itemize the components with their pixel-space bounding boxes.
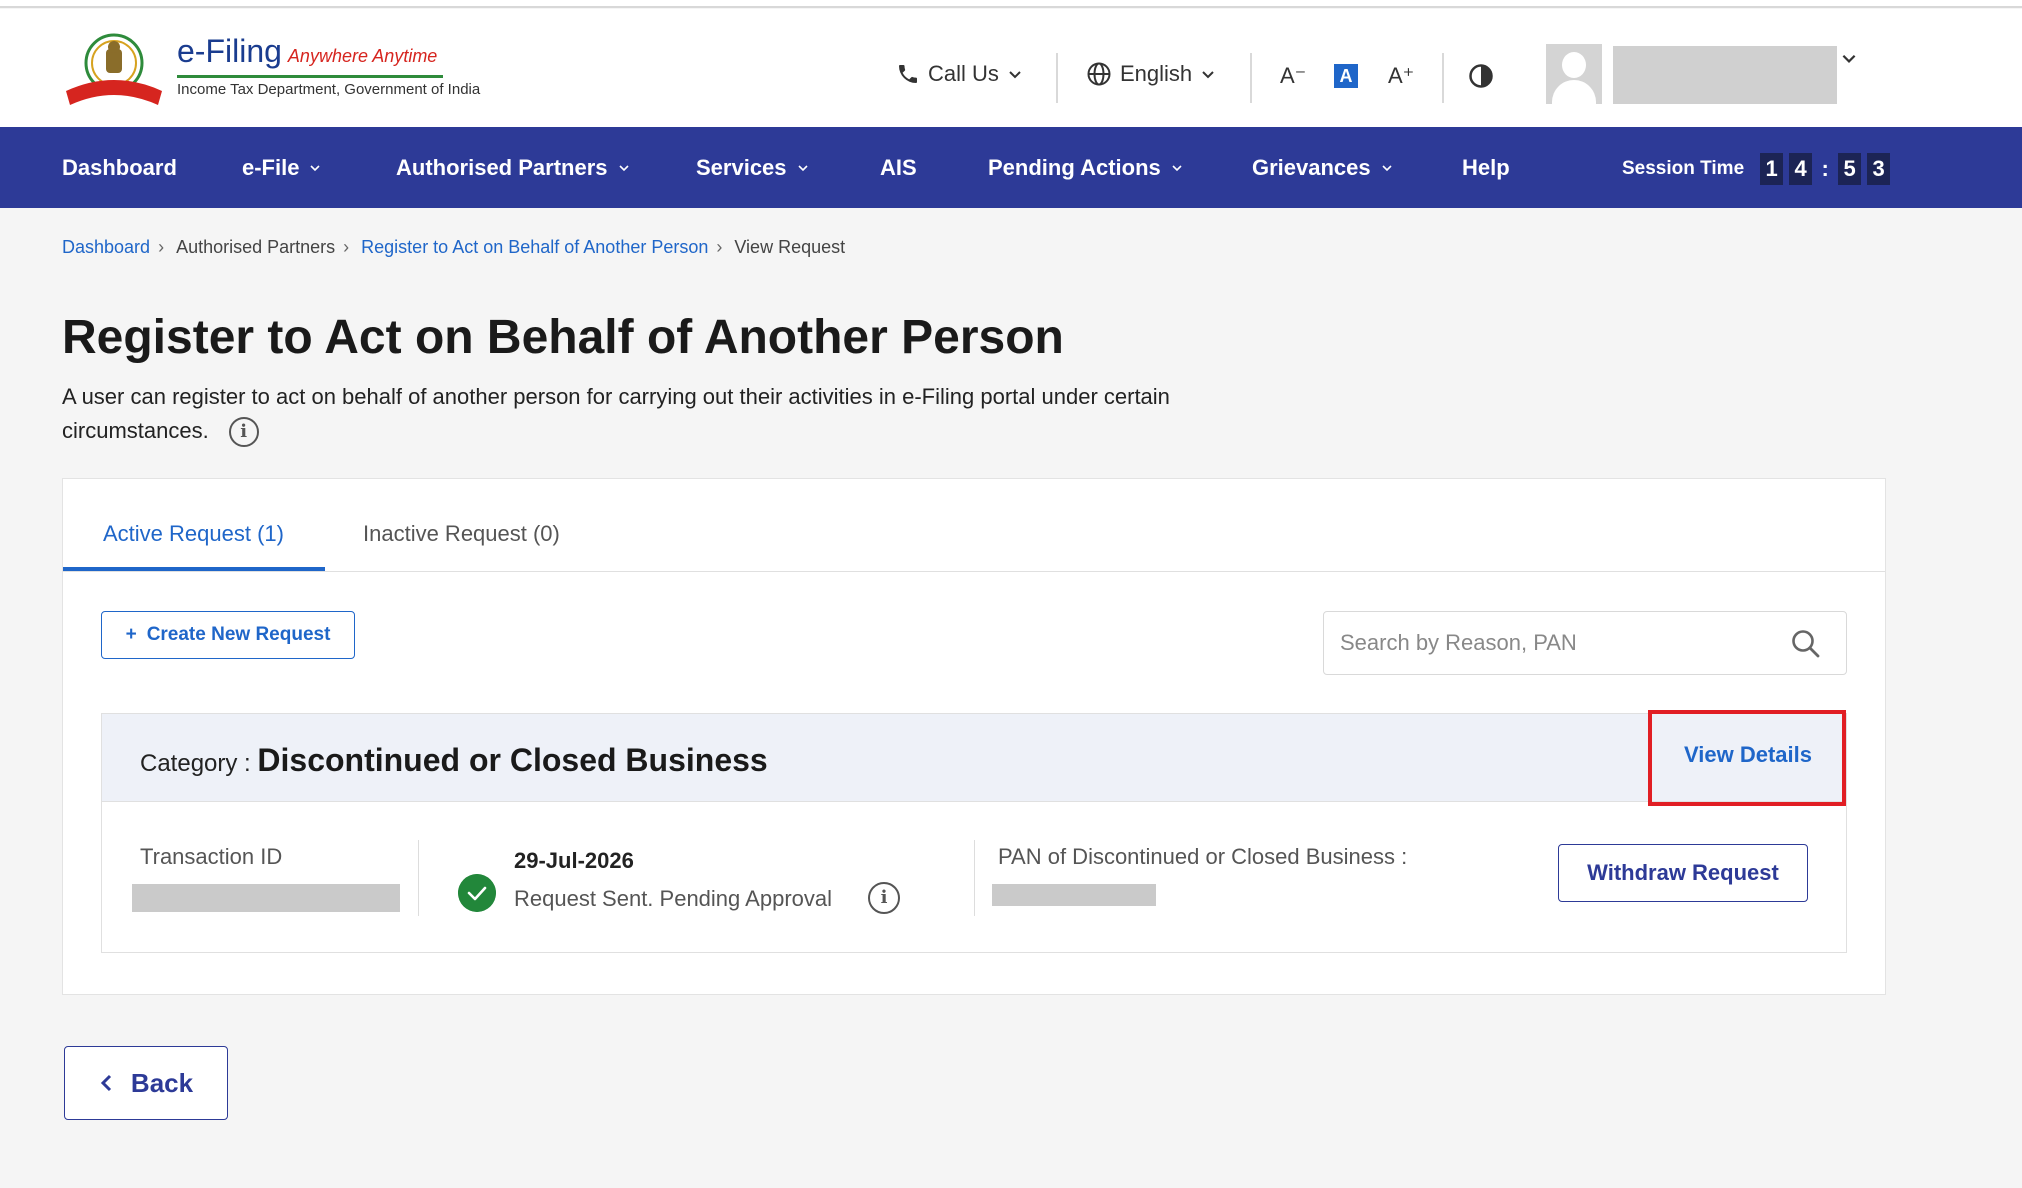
- font-decrease-button[interactable]: A⁻: [1280, 63, 1306, 89]
- logo-title: e-Filing Anywhere Anytime: [177, 33, 438, 69]
- call-us-label: Call Us: [928, 61, 999, 86]
- category-row: Category : Discontinued or Closed Busine…: [140, 742, 768, 779]
- tab-inactive-request[interactable]: Inactive Request (0): [363, 521, 560, 547]
- call-us-dropdown[interactable]: Call Us: [896, 61, 1023, 87]
- transaction-id-redacted: [132, 884, 400, 912]
- category-label: Category :: [140, 750, 251, 777]
- avatar-head: [1562, 52, 1586, 78]
- search-input[interactable]: [1340, 624, 1780, 662]
- search-icon[interactable]: [1790, 628, 1822, 660]
- page-title: Register to Act on Behalf of Another Per…: [62, 311, 1064, 364]
- nav-efile[interactable]: e-File: [242, 155, 321, 181]
- logo-underline: [177, 75, 443, 78]
- user-avatar[interactable]: [1546, 44, 1602, 104]
- chevron-down-icon: [310, 165, 321, 172]
- logo-subtitle: Income Tax Department, Government of Ind…: [177, 81, 481, 98]
- tab-active-request[interactable]: Active Request (1): [103, 521, 284, 547]
- category-value: Discontinued or Closed Business: [257, 742, 768, 778]
- font-normal-button[interactable]: A: [1334, 64, 1358, 88]
- efiling-logo[interactable]: e-Filing Anywhere Anytime Income Tax Depa…: [62, 29, 480, 115]
- chevron-right-icon: ›: [158, 237, 165, 257]
- chevron-right-icon: ›: [716, 237, 723, 257]
- search-box: [1323, 611, 1847, 675]
- request-card: Active Request (1) Inactive Request (0) …: [62, 478, 1886, 995]
- active-tab-indicator: [63, 567, 325, 571]
- withdraw-request-button[interactable]: Withdraw Request: [1558, 844, 1808, 902]
- phone-icon: [899, 65, 917, 83]
- chevron-down-icon: [618, 165, 629, 172]
- breadcrumb-dashboard[interactable]: Dashboard: [62, 237, 150, 258]
- avatar-body: [1552, 80, 1596, 104]
- session-digit: 1: [1760, 153, 1784, 185]
- request-date: 29-Jul-2026: [514, 848, 634, 873]
- nav-ais[interactable]: AIS: [880, 155, 917, 181]
- nav-dashboard[interactable]: Dashboard: [62, 155, 177, 181]
- plus-icon: +: [125, 624, 137, 645]
- chevron-left-icon: [100, 1074, 111, 1092]
- request-header: Category : Discontinued or Closed Busine…: [102, 710, 1846, 806]
- chevron-down-icon: [797, 165, 808, 172]
- chevron-down-icon: [1172, 165, 1182, 172]
- logo-tagline: Anywhere Anytime: [287, 46, 438, 66]
- tab-bar: Active Request (1) Inactive Request (0): [63, 479, 1885, 572]
- chevron-down-icon: [1202, 71, 1214, 79]
- globe-icon: [1087, 62, 1111, 86]
- transaction-id-label: Transaction ID: [140, 844, 283, 869]
- font-increase-button[interactable]: A⁺: [1388, 63, 1414, 89]
- nav-authorised-partners[interactable]: Authorised Partners: [396, 155, 630, 181]
- nav-help[interactable]: Help: [1462, 155, 1510, 181]
- view-details-highlight: View Details: [1648, 710, 1846, 806]
- breadcrumb-view-request: View Request: [734, 237, 846, 257]
- nav-services[interactable]: Services: [696, 155, 809, 181]
- session-label: Session Time: [1622, 158, 1745, 179]
- main-nav: Dashboard e-File Authorised Partners Ser…: [0, 127, 2022, 208]
- back-button[interactable]: Back: [64, 1046, 228, 1120]
- chevron-down-icon[interactable]: [1840, 49, 1858, 67]
- info-icon[interactable]: i: [228, 417, 259, 448]
- check-circle-icon: [458, 874, 496, 912]
- language-dropdown[interactable]: English: [1086, 61, 1216, 87]
- back-label: Back: [130, 1067, 194, 1098]
- header-divider: [1442, 53, 1444, 103]
- request-status: Request Sent. Pending Approval: [514, 886, 833, 911]
- session-timer: Session Time 1 4 : 5 3: [1622, 153, 1891, 185]
- language-label: English: [1120, 61, 1193, 86]
- nav-grievances[interactable]: Grievances: [1252, 155, 1393, 181]
- chevron-down-icon: [1382, 165, 1392, 172]
- column-divider: [418, 840, 419, 916]
- header-bar: e-Filing Anywhere Anytime Income Tax Depa…: [0, 9, 2022, 127]
- emblem-icon: [66, 33, 162, 105]
- chevron-right-icon: ›: [343, 237, 350, 257]
- header-divider: [1250, 53, 1252, 103]
- breadcrumb-authorised-partners: Authorised Partners: [176, 237, 336, 257]
- breadcrumb: Dashboard › Authorised Partners › Regist…: [62, 237, 845, 258]
- user-name-redacted: [1613, 46, 1837, 104]
- status-info-icon[interactable]: i: [868, 882, 900, 914]
- session-colon: :: [1821, 156, 1829, 181]
- chevron-down-icon: [1009, 71, 1021, 79]
- breadcrumb-register[interactable]: Register to Act on Behalf of Another Per…: [361, 237, 708, 258]
- column-divider: [974, 840, 975, 916]
- view-details-link[interactable]: View Details: [1684, 742, 1812, 768]
- page-description: A user can register to act on behalf of …: [62, 380, 1222, 448]
- top-border: [0, 0, 2022, 8]
- contrast-icon[interactable]: [1468, 63, 1494, 89]
- nav-pending-actions[interactable]: Pending Actions: [988, 155, 1183, 181]
- session-digit: 4: [1789, 153, 1813, 185]
- request-item: Category : Discontinued or Closed Busine…: [101, 710, 1847, 953]
- create-new-request-label: Create New Request: [146, 624, 331, 645]
- pan-redacted: [992, 884, 1156, 906]
- pan-label: PAN of Discontinued or Closed Business :: [998, 844, 1408, 869]
- header-divider: [1056, 53, 1058, 103]
- session-digit: 5: [1838, 153, 1862, 185]
- session-digit: 3: [1867, 153, 1891, 185]
- create-new-request-button[interactable]: + Create New Request: [101, 611, 355, 659]
